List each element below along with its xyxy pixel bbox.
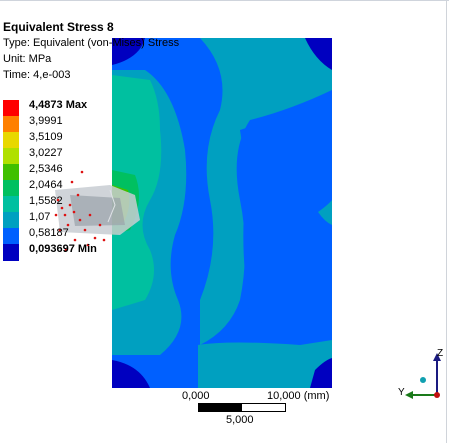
result-time: Time: 4,e-003 <box>3 69 71 81</box>
scale-right-label: 10,000 (mm) <box>267 390 330 402</box>
legend-swatch <box>3 100 19 117</box>
legend-label: 4,4873 Max <box>29 99 88 111</box>
scale-left-label: 0,000 <box>182 390 210 402</box>
legend-swatch <box>3 212 19 229</box>
legend-swatch <box>3 116 19 133</box>
legend-label: 2,5346 <box>29 163 63 175</box>
legend-swatch <box>3 244 19 261</box>
legend-swatch <box>3 164 19 181</box>
legend-label: 1,07 <box>29 211 51 223</box>
scale-bar-outline <box>198 403 286 412</box>
legend-label: 2,0464 <box>29 179 63 191</box>
legend-label: 0,58187 <box>29 227 69 239</box>
legend-swatch <box>3 148 19 165</box>
legend-label: 3,5109 <box>29 131 63 143</box>
legend-label: 3,9991 <box>29 115 63 127</box>
legend-label: 3,0227 <box>29 147 63 159</box>
result-type: Type: Equivalent (von-Mises) Stress <box>3 37 180 49</box>
triad-z-label: Z <box>437 348 444 359</box>
contour-band-right-blue <box>240 100 332 325</box>
scale-bar-fill <box>199 404 242 411</box>
triad-y-label: Y <box>398 387 405 398</box>
legend-swatch <box>3 196 19 213</box>
axis-triad[interactable]: Z Y X <box>395 345 445 405</box>
legend-swatch <box>3 132 19 149</box>
contour-plot <box>112 38 332 388</box>
legend-swatch <box>3 228 19 245</box>
legend-label: 0,093697 Min <box>29 243 97 255</box>
result-title: Equivalent Stress 8 <box>3 20 114 34</box>
result-unit: Unit: MPa <box>3 53 52 65</box>
scale-mid-label: 5,000 <box>226 414 254 426</box>
contour-band-bottom-cyan <box>198 340 332 388</box>
legend-swatch <box>3 180 19 197</box>
result-info-panel: Equivalent Stress 8 Type: Equivalent (vo… <box>3 19 179 83</box>
legend-label: 1,5582 <box>29 195 63 207</box>
